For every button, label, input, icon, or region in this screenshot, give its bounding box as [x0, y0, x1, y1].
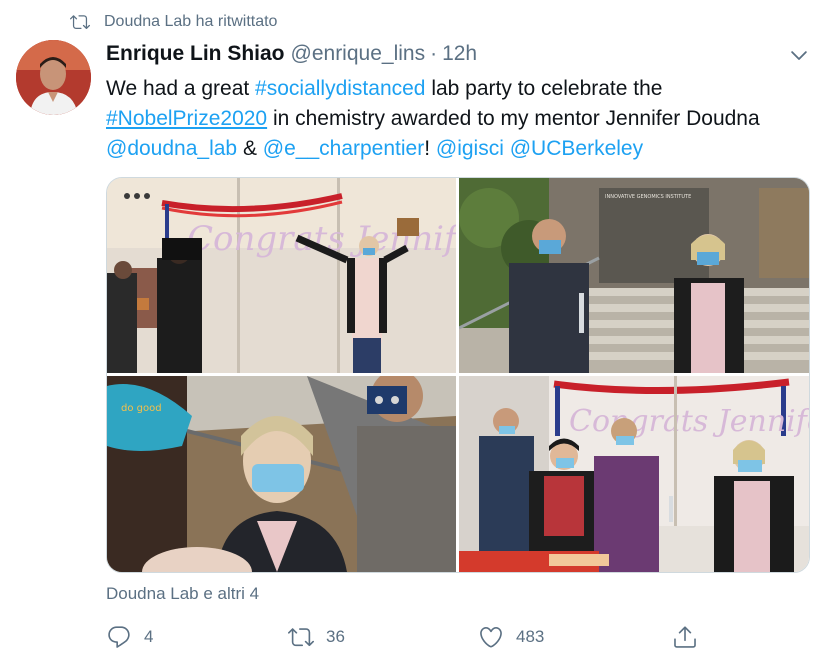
tweet-actions: 4 36 483 — [106, 620, 706, 654]
separator: · — [430, 42, 438, 65]
reply-icon — [108, 626, 130, 648]
photo-image: Congrats Jennifer — [459, 376, 809, 572]
author-handle[interactable]: @enrique_lins — [291, 42, 426, 66]
tweet-header: Enrique Lin Shiao @enrique_lins · 12h — [106, 42, 767, 68]
retweet-banner[interactable]: Doudna Lab ha ritwittato — [70, 10, 277, 34]
retweet-banner-text: Doudna Lab ha ritwittato — [104, 13, 278, 30]
reply-count: 4 — [144, 627, 154, 646]
heart-icon — [480, 626, 502, 648]
more-options-button[interactable] — [788, 44, 810, 66]
retweet-count: 36 — [326, 627, 345, 646]
avatar-image — [16, 40, 91, 115]
photo-image: do good — [107, 376, 456, 572]
mask-text: do good — [121, 403, 162, 414]
like-count: 483 — [516, 627, 545, 646]
tweet-text: We had a great #sociallydistanced lab pa… — [106, 74, 818, 164]
hashtag-link[interactable]: #sociallydistanced — [255, 77, 425, 100]
mention-link[interactable]: @doudna_lab — [106, 137, 237, 160]
retweet-icon — [70, 15, 90, 30]
share-icon — [674, 626, 696, 648]
photo-3[interactable]: do good — [107, 376, 456, 572]
text-segment: ! — [424, 137, 436, 160]
liked-by-text[interactable]: Doudna Lab e altri 4 — [106, 584, 259, 604]
photo-1[interactable]: Congrats Jennifer — [107, 178, 456, 373]
photo-2[interactable]: INNOVATIVE GENOMICS INSTITUTE — [459, 178, 809, 373]
text-segment: in chemistry awarded to my mentor Jennif… — [267, 107, 760, 130]
text-segment: We had a great — [106, 77, 256, 100]
photo-image: INNOVATIVE GENOMICS INSTITUTE — [459, 178, 809, 373]
retweet-button[interactable]: 36 — [288, 620, 345, 654]
banner-text: Congrats Jennifer — [569, 404, 809, 439]
photo-image: Congrats Jennifer — [107, 178, 456, 373]
timestamp[interactable]: 12h — [442, 42, 477, 66]
reply-button[interactable]: 4 — [106, 620, 153, 654]
mention-link[interactable]: @igisci — [436, 137, 504, 160]
photo-4[interactable]: Congrats Jennifer — [459, 376, 809, 572]
mention-link[interactable]: @UCBerkeley — [510, 137, 643, 160]
like-button[interactable]: 483 — [478, 620, 544, 654]
mention-link[interactable]: @e__charpentier — [263, 137, 424, 160]
retweet-icon — [288, 628, 314, 647]
hashtag-link[interactable]: #NobelPrize2020 — [106, 107, 267, 130]
chevron-down-icon — [791, 51, 807, 60]
building-sign: INNOVATIVE GENOMICS INSTITUTE — [605, 194, 691, 200]
text-segment: lab party to celebrate the — [425, 77, 663, 100]
share-button[interactable] — [672, 620, 710, 654]
text-segment: & — [237, 137, 263, 160]
media-grid: Congrats Jennifer — [106, 177, 810, 573]
avatar[interactable] — [16, 40, 91, 115]
author-name[interactable]: Enrique Lin Shiao — [106, 42, 285, 66]
